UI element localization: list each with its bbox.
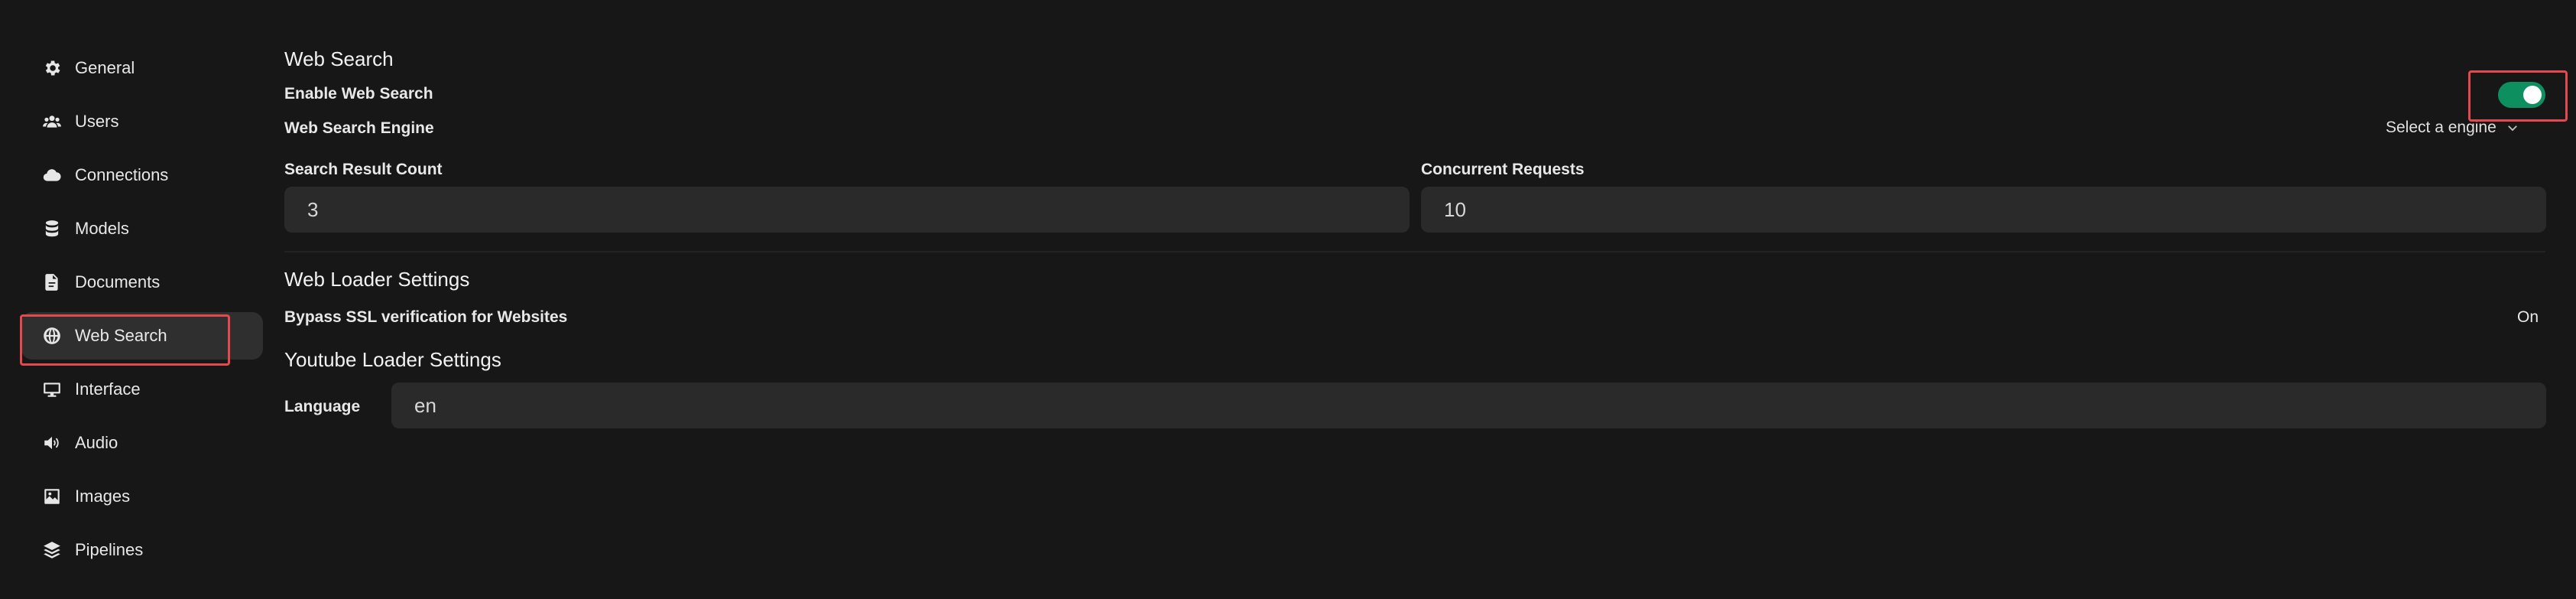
search-result-count-label: Search Result Count: [284, 161, 443, 178]
sidebar-item-audio[interactable]: Audio: [21, 419, 263, 467]
sidebar-item-pipelines[interactable]: Pipelines: [21, 526, 263, 574]
sidebar-item-label: General: [75, 58, 135, 77]
cloud-icon: [40, 163, 64, 187]
concurrent-requests-input[interactable]: 10: [1421, 187, 2546, 233]
layers-icon: [40, 538, 64, 562]
language-label: Language: [284, 398, 361, 415]
globe-icon: [40, 324, 64, 348]
document-icon: [40, 270, 64, 295]
users-icon: [40, 109, 64, 134]
section-title-web-loader: Web Loader Settings: [284, 268, 470, 291]
sidebar-item-images[interactable]: Images: [21, 473, 263, 520]
search-result-count-input[interactable]: 3: [284, 187, 1410, 233]
gear-icon: [40, 56, 64, 80]
section-title-youtube-loader: Youtube Loader Settings: [284, 348, 501, 371]
sidebar-item-models[interactable]: Models: [21, 205, 263, 252]
section-title-web-search: Web Search: [284, 47, 394, 70]
concurrent-requests-label: Concurrent Requests: [1421, 161, 1585, 178]
chevron-down-icon: [2507, 125, 2517, 132]
sidebar-item-label: Documents: [75, 272, 161, 291]
sidebar-item-label: Audio: [75, 433, 118, 452]
sidebar-item-label: Pipelines: [75, 540, 144, 559]
sidebar-item-label: Images: [75, 487, 131, 506]
web-search-engine-label: Web Search Engine: [284, 119, 434, 137]
sidebar-item-label: Web Search: [75, 326, 167, 345]
enable-web-search-toggle[interactable]: [2498, 82, 2545, 108]
sidebar-item-users[interactable]: Users: [21, 98, 263, 145]
sidebar-item-general[interactable]: General: [21, 44, 263, 92]
web-search-engine-select[interactable]: Select a engine: [2386, 119, 2519, 137]
toggle-knob: [2523, 86, 2542, 104]
language-input[interactable]: en: [391, 383, 2546, 428]
sidebar-item-connections[interactable]: Connections: [21, 151, 263, 199]
speaker-icon: [40, 431, 64, 455]
image-icon: [40, 484, 64, 509]
sidebar-item-label: Interface: [75, 379, 141, 399]
sidebar-item-web-search[interactable]: Web Search: [21, 312, 263, 360]
bypass-ssl-toggle[interactable]: On: [2517, 308, 2539, 327]
settings-page: General Users Connections Models Documen: [0, 0, 2576, 599]
sidebar-item-interface[interactable]: Interface: [21, 366, 263, 413]
sidebar-item-label: Connections: [75, 165, 169, 184]
web-search-engine-value: Select a engine: [2386, 119, 2497, 136]
sidebar-item-label: Users: [75, 112, 119, 131]
database-icon: [40, 216, 64, 241]
sidebar-item-documents[interactable]: Documents: [21, 259, 263, 306]
bypass-ssl-label: Bypass SSL verification for Websites: [284, 308, 568, 326]
sidebar-item-label: Models: [75, 219, 129, 238]
enable-web-search-label: Enable Web Search: [284, 85, 433, 103]
monitor-icon: [40, 377, 64, 402]
section-divider: [284, 251, 2545, 252]
